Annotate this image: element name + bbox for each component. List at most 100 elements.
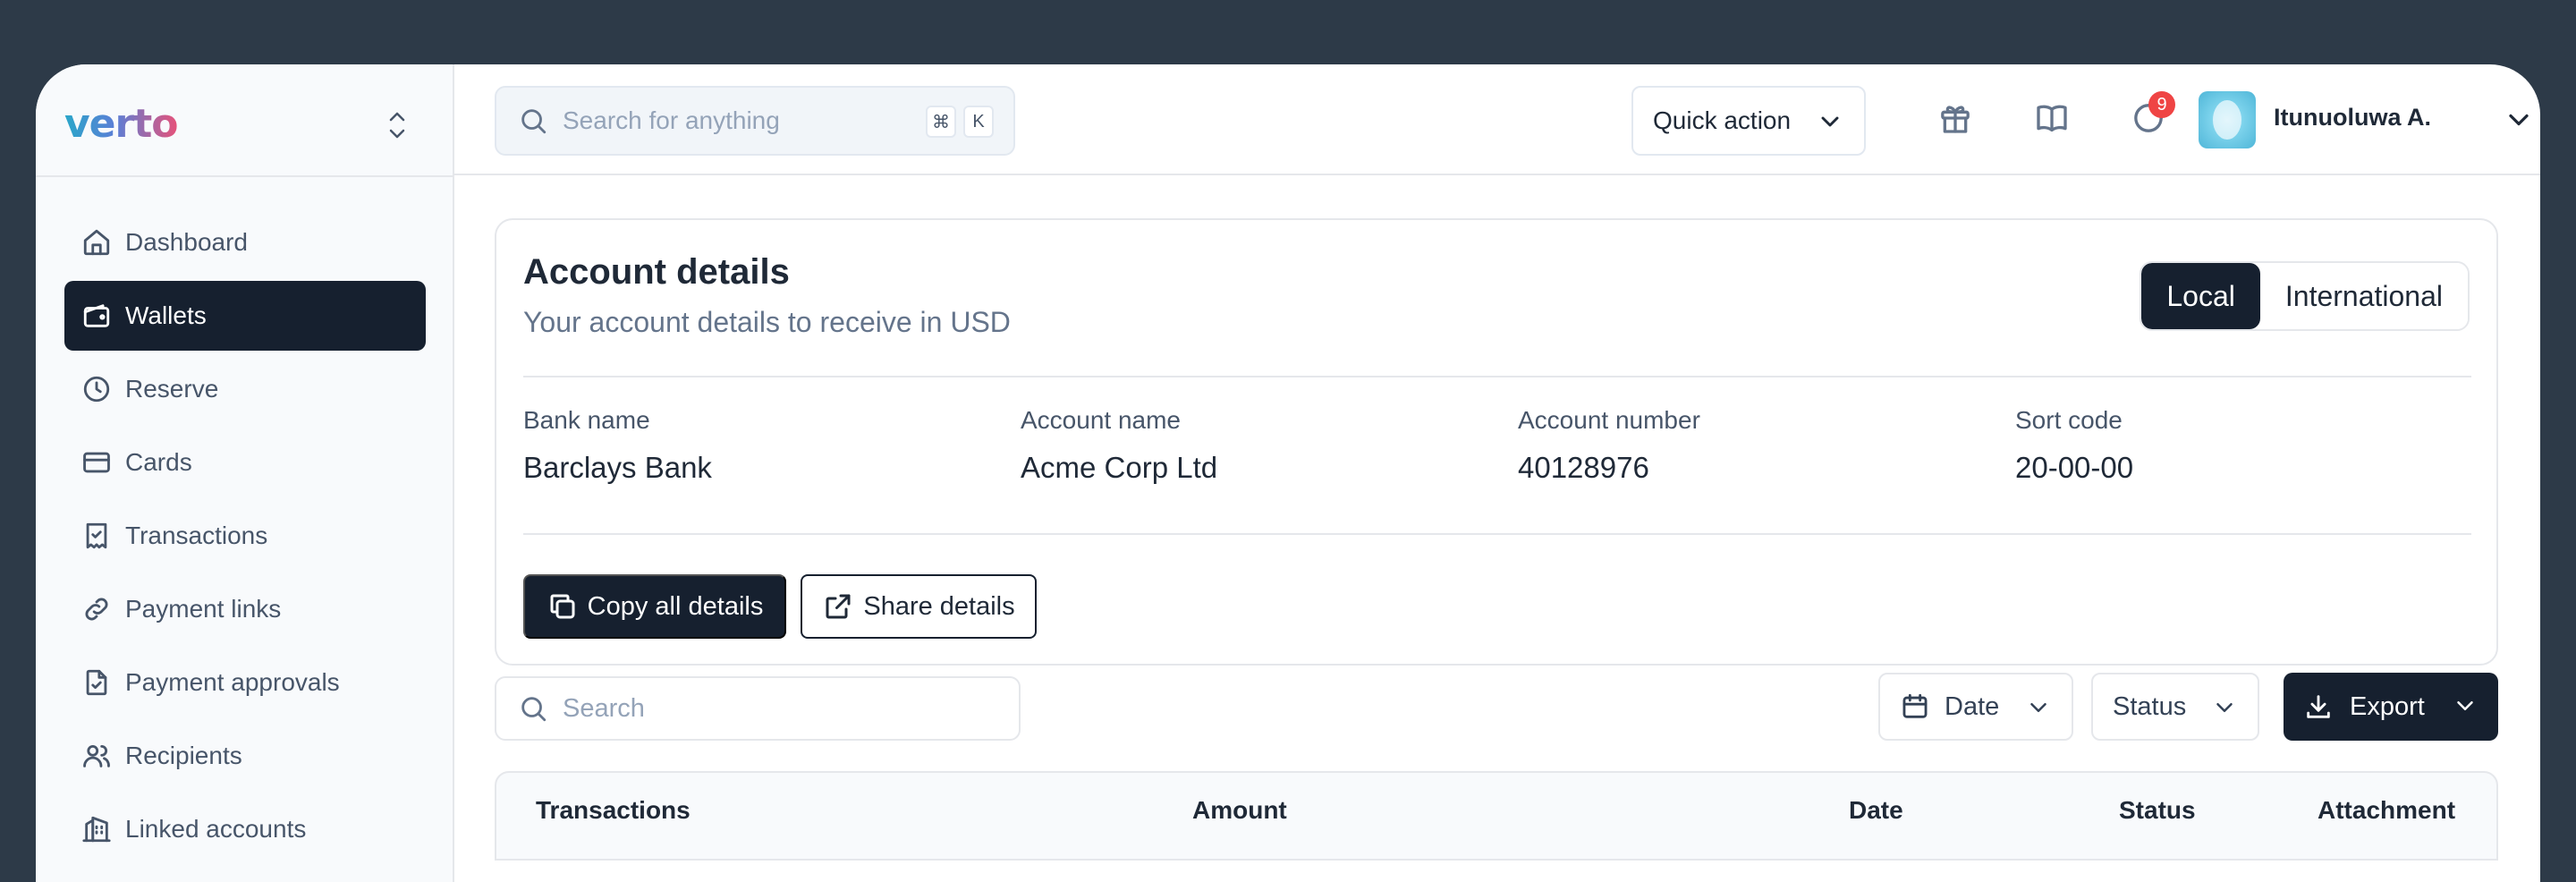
quick-action-dropdown[interactable]: Quick action [1631, 86, 1866, 156]
bank-icon [79, 811, 114, 847]
chevron-down-icon [2216, 703, 2233, 712]
users-icon [79, 738, 114, 774]
date-filter-label: Date [1945, 691, 2000, 721]
sidebar-item-label: Dashboard [125, 228, 248, 256]
date-filter[interactable]: Date [1878, 673, 2073, 741]
detail-value: Acme Corp Ltd [1021, 451, 1218, 484]
detail-label: Account name [1021, 406, 1181, 434]
divider [523, 376, 2471, 377]
gift-button[interactable] [1934, 97, 1977, 140]
detail-value: 40128976 [1518, 451, 1649, 484]
wallet-icon [79, 298, 114, 334]
home-icon [79, 225, 114, 260]
detail-sort-code: Sort code 20-00-00 [2015, 406, 2133, 485]
export-label: Export [2350, 691, 2425, 721]
sidebar-item-label: Recipients [125, 742, 242, 769]
chevron-down-icon [2030, 703, 2046, 712]
detail-label: Account number [1518, 406, 1700, 434]
sidebar-item-dashboard[interactable]: Dashboard [64, 208, 426, 277]
search-icon [521, 697, 547, 722]
tab-local[interactable]: Local [2141, 263, 2260, 329]
sidebar-item-payment-links[interactable]: Payment links [64, 574, 426, 644]
detail-label: Sort code [2015, 406, 2123, 434]
copy-all-details-button[interactable]: Copy all details [523, 574, 786, 639]
column-header-transactions: Transactions [536, 796, 691, 824]
chevron-down-icon[interactable] [2503, 104, 2535, 136]
credit-card-icon [79, 445, 114, 480]
table-search-input[interactable]: Search [495, 676, 1021, 741]
sidebar-nav: Dashboard Wallets Reserve Cards Transact… [64, 208, 426, 868]
divider [36, 175, 454, 177]
avatar[interactable] [2199, 91, 2256, 148]
sidebar-item-label: Linked accounts [125, 815, 307, 843]
sidebar-item-label: Reserve [125, 375, 219, 403]
status-filter-label: Status [2113, 691, 2187, 721]
document-check-icon [79, 665, 114, 700]
sidebar-item-label: Transactions [125, 522, 268, 549]
main-content: Account details Your account details to … [454, 175, 2540, 882]
share-details-label: Share details [863, 591, 1015, 621]
tab-international[interactable]: International [2259, 263, 2468, 329]
top-bar: Search for anything ⌘ K Quick action 9 I… [454, 64, 2540, 175]
notification-badge: 9 [2148, 91, 2175, 118]
status-filter[interactable]: Status [2091, 673, 2259, 741]
sidebar-item-linked-accounts[interactable]: Linked accounts [64, 794, 426, 864]
sidebar: verto Dashboard Wallets Reserve Cards Tr… [36, 64, 454, 882]
search-placeholder: Search [563, 693, 645, 723]
account-type-toggle: Local International [2140, 261, 2470, 331]
account-details-card: Account details Your account details to … [495, 218, 2498, 666]
gift-icon [1941, 106, 1970, 133]
external-share-icon [826, 594, 851, 619]
sidebar-item-label: Payment links [125, 595, 282, 623]
cmd-key: ⌘ [926, 106, 956, 138]
clock-icon [79, 371, 114, 407]
detail-account-number: Account number 40128976 [1518, 406, 1700, 485]
global-search-input[interactable]: Search for anything ⌘ K [495, 86, 1015, 156]
sidebar-item-cards[interactable]: Cards [64, 428, 426, 497]
notifications-button[interactable]: 9 [2127, 91, 2175, 140]
detail-account-name: Account name Acme Corp Ltd [1021, 406, 1217, 485]
sidebar-item-label: Cards [125, 448, 192, 476]
download-icon [2307, 695, 2330, 718]
link-icon [79, 591, 114, 627]
sidebar-item-reserve[interactable]: Reserve [64, 354, 426, 424]
divider [523, 533, 2471, 535]
detail-bank-name: Bank name Barclays Bank [523, 406, 712, 485]
sidebar-item-label: Payment approvals [125, 668, 340, 696]
sidebar-item-recipients[interactable]: Recipients [64, 721, 426, 791]
app-window: verto Dashboard Wallets Reserve Cards Tr… [36, 64, 2540, 882]
column-header-status: Status [2119, 796, 2196, 824]
sidebar-item-label: Wallets [125, 301, 207, 329]
user-name[interactable]: Itunuoluwa A. [2274, 104, 2431, 131]
sidebar-item-transactions[interactable]: Transactions [64, 501, 426, 571]
quick-action-label: Quick action [1653, 106, 1792, 134]
calendar-icon [1902, 693, 1928, 718]
open-book-icon [2037, 105, 2067, 131]
search-icon [521, 109, 547, 134]
detail-value: 20-00-00 [2015, 451, 2134, 484]
search-placeholder: Search for anything [563, 106, 780, 134]
chevron-down-icon [1821, 116, 1839, 127]
column-header-date: Date [1849, 796, 1903, 824]
detail-value: Barclays Bank [523, 451, 712, 484]
sidebar-item-payment-approvals[interactable]: Payment approvals [64, 648, 426, 717]
share-details-button[interactable]: Share details [801, 574, 1037, 639]
keyboard-shortcut: ⌘ K [926, 106, 994, 138]
chevron-up-down-icon [389, 112, 405, 139]
card-subtitle: Your account details to receive in USD [523, 306, 1011, 338]
workspace-switcher[interactable] [379, 104, 415, 147]
chevron-down-icon [2457, 701, 2473, 710]
verto-logo: verto [64, 100, 178, 147]
sidebar-item-wallets[interactable]: Wallets [64, 281, 426, 351]
card-title: Account details [523, 252, 790, 292]
detail-label: Bank name [523, 406, 650, 434]
receipt-icon [79, 518, 114, 554]
column-header-attachment: Attachment [2318, 796, 2456, 824]
copy-icon [550, 594, 575, 619]
k-key: K [963, 106, 994, 138]
copy-all-details-label: Copy all details [587, 591, 764, 621]
brand: verto [64, 97, 178, 150]
transactions-table-header: Transactions Amount Date Status Attachme… [495, 771, 2498, 861]
export-button[interactable]: Export [2284, 673, 2498, 741]
docs-button[interactable] [2030, 97, 2073, 140]
